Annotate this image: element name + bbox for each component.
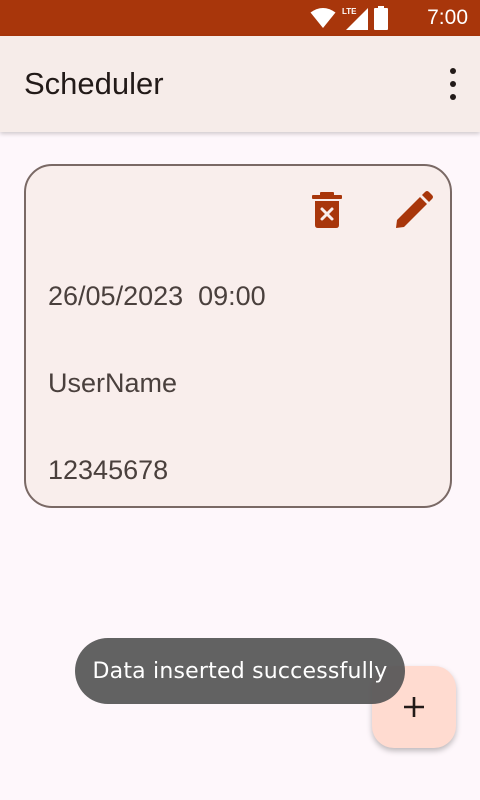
wifi-icon bbox=[310, 8, 336, 28]
plus-icon bbox=[404, 697, 424, 717]
edit-pencil-icon bbox=[396, 191, 433, 228]
overflow-menu-button[interactable] bbox=[446, 68, 460, 100]
app-title: Scheduler bbox=[24, 66, 164, 101]
delete-button[interactable] bbox=[310, 190, 344, 230]
status-icons: LTE bbox=[310, 6, 388, 30]
delete-icon bbox=[312, 192, 342, 228]
more-vert-icon-dot bbox=[450, 81, 456, 87]
schedule-datetime: 26/05/2023 09:00 bbox=[48, 281, 266, 311]
toast-message: Data inserted successfully bbox=[75, 638, 405, 704]
more-vert-icon-dot bbox=[450, 68, 456, 74]
schedule-card: 26/05/2023 09:00 UserName 12345678 bbox=[24, 164, 452, 508]
battery-icon bbox=[374, 6, 388, 30]
schedule-username: UserName bbox=[48, 368, 178, 398]
status-bar: LTE 7:00 bbox=[0, 0, 480, 36]
network-type-label: LTE bbox=[342, 7, 357, 16]
app-bar: Scheduler bbox=[0, 36, 480, 132]
schedule-phone: 12345678 bbox=[48, 455, 169, 485]
edit-button[interactable] bbox=[394, 190, 434, 230]
more-vert-icon-dot bbox=[450, 94, 456, 100]
cellular-signal-icon: LTE bbox=[342, 7, 368, 30]
status-clock: 7:00 bbox=[427, 6, 468, 29]
